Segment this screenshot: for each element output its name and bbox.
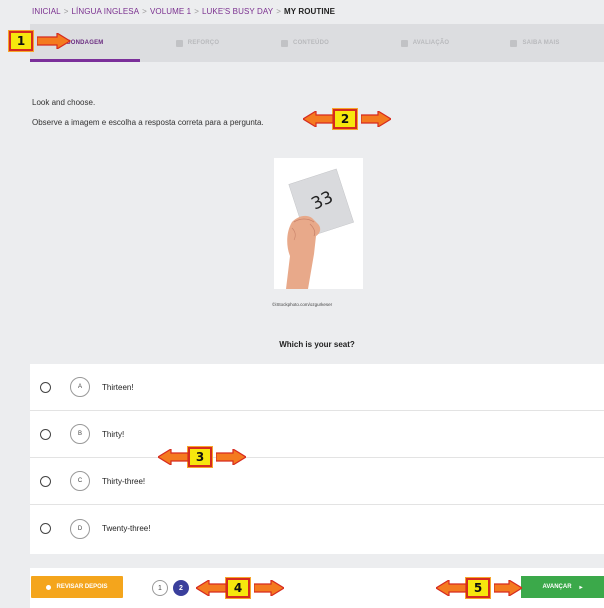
radio-button[interactable] <box>40 428 51 440</box>
breadcrumb-separator: > <box>194 7 199 16</box>
option-text: Thirteen! <box>102 382 134 392</box>
tab-label: AVALIAÇÃO <box>412 40 450 46</box>
arrow-right-icon <box>361 111 391 127</box>
tab-label: SAIBA MAIS <box>522 40 560 46</box>
dot-icon <box>46 584 52 590</box>
annotation-badge-1: 1 <box>8 30 34 52</box>
annotation-badge-5: 5 <box>465 577 491 599</box>
annotation-badge-3: 3 <box>187 446 213 468</box>
option-letter: B <box>70 424 90 444</box>
tab-conteudo[interactable]: CONTEÚDO <box>260 24 350 62</box>
grid-icon <box>175 39 183 47</box>
teacher-icon <box>281 39 289 47</box>
review-later-button[interactable]: REVISAR DEPOIS <box>31 576 123 598</box>
option-text: Twenty-three! <box>102 524 151 533</box>
instruction-portuguese: Observe a imagem e escolha a resposta co… <box>32 118 264 127</box>
arrow-left-icon <box>158 449 188 465</box>
instruction-english: Look and choose. <box>32 98 96 107</box>
arrow-right-icon <box>216 449 246 465</box>
tab-reforco[interactable]: REFORÇO <box>155 24 240 62</box>
breadcrumb-current: MY ROUTINE <box>283 7 336 16</box>
review-later-label: REVISAR DEPOIS <box>56 584 108 590</box>
option-letter: D <box>70 518 90 539</box>
arrow-right-icon <box>494 580 522 596</box>
answer-options: A Thirteen! B Thirty! C Thirty-three! D … <box>30 364 604 554</box>
option-b[interactable]: B Thirty! <box>30 411 604 458</box>
question-image: 33 <box>274 158 363 289</box>
arrow-left-icon <box>196 580 226 596</box>
breadcrumb-separator: > <box>63 7 69 16</box>
breadcrumb-item-inicial[interactable]: INICIAL <box>32 7 61 16</box>
plus-icon <box>510 39 518 47</box>
option-letter: A <box>70 377 90 397</box>
option-c[interactable]: C Thirty-three! <box>30 458 604 505</box>
annotation-badge-4: 4 <box>225 577 251 599</box>
breadcrumb-item-lesson[interactable]: LUKE'S BUSY DAY <box>202 7 273 16</box>
option-d[interactable]: D Twenty-three! <box>30 505 604 552</box>
radio-button[interactable] <box>40 475 51 487</box>
page-button-2[interactable]: 2 <box>173 580 189 596</box>
breadcrumb: INICIAL > LÍNGUA INGLESA > VOLUME 1 > LUKE'S B… <box>32 7 335 16</box>
next-label: AVANÇAR <box>542 584 572 590</box>
section-tabs: SONDAGEM REFORÇO CONTEÚDO AVALIAÇÃO SAIB… <box>30 24 604 62</box>
breadcrumb-item-volume[interactable]: VOLUME 1 <box>150 7 191 16</box>
next-button[interactable]: AVANÇAR ▸ <box>521 576 604 598</box>
radio-button[interactable] <box>40 381 51 393</box>
arrow-left-icon <box>303 111 333 127</box>
breadcrumb-separator: > <box>142 7 147 16</box>
chevron-right-icon: ▸ <box>579 584 583 591</box>
page-button-1[interactable]: 1 <box>152 580 168 596</box>
annotation-badge-2: 2 <box>332 108 358 130</box>
tab-saiba-mais[interactable]: SAIBA MAIS <box>490 24 580 62</box>
option-a[interactable]: A Thirteen! <box>30 364 604 411</box>
arrow-right-icon <box>254 580 284 596</box>
tab-label: CONTEÚDO <box>293 40 329 46</box>
breadcrumb-separator: > <box>276 7 281 16</box>
option-text: Thirty! <box>102 429 125 439</box>
question-text: Which is your seat? <box>279 340 355 349</box>
breadcrumb-item-lingua-inglesa[interactable]: LÍNGUA INGLESA <box>72 7 140 16</box>
option-text: Thirty-three! <box>102 476 146 486</box>
tab-label: SONDAGEM <box>66 40 104 46</box>
tab-label: REFORÇO <box>187 40 220 46</box>
tab-avaliacao[interactable]: AVALIAÇÃO <box>380 24 470 62</box>
hand-holding-card-illustration: 33 <box>274 158 363 289</box>
image-credit: ©iStockphoto.com/ozgurkeser <box>272 302 333 307</box>
left-margin <box>0 0 30 608</box>
radio-button[interactable] <box>40 523 51 534</box>
arrow-left-icon <box>436 580 466 596</box>
checkbox-icon <box>400 39 408 47</box>
arrow-right-icon <box>37 33 71 49</box>
option-letter: C <box>70 471 90 491</box>
